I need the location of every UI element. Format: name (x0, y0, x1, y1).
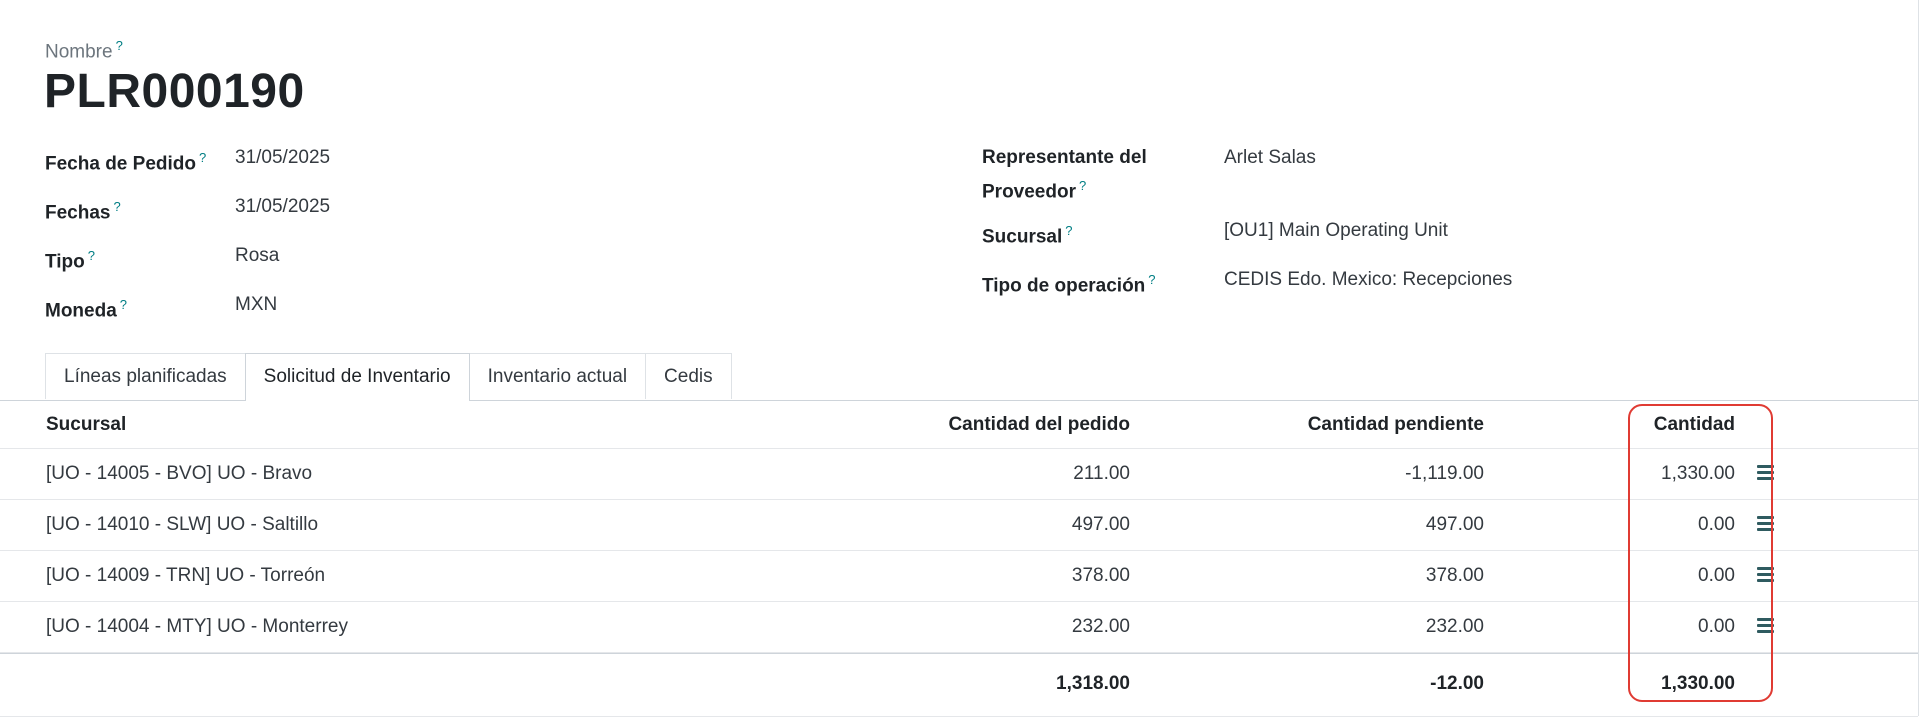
cell-cantidad-pendiente: 232.00 (1425, 616, 1484, 637)
field-value-sucursal[interactable]: [OU1] Main Operating Unit (1224, 217, 1448, 245)
help-icon[interactable]: ? (1079, 178, 1086, 193)
notebook-tabs: Líneas planificadas Solicitud de Inventa… (45, 353, 732, 401)
cell-cantidad-pendiente: 378.00 (1425, 565, 1484, 586)
field-value-tipo[interactable]: Rosa (235, 242, 279, 270)
tab-inventario-actual[interactable]: Inventario actual (468, 353, 647, 399)
field-label-sucursal: Sucursal? (982, 223, 1073, 248)
cell-sucursal: [UO - 14010 - SLW] UO - Saltillo (46, 514, 319, 535)
help-icon[interactable]: ? (1148, 272, 1155, 287)
form-sheet: Nombre? PLR000190 Fecha de Pedido? 31/05… (0, 0, 1919, 717)
help-icon[interactable]: ? (116, 38, 123, 53)
cell-sucursal: [UO - 14004 - MTY] UO - Monterrey (46, 616, 348, 637)
help-icon[interactable]: ? (199, 150, 206, 165)
field-value-tipo-operacion[interactable]: CEDIS Edo. Mexico: Recepciones (1224, 266, 1512, 294)
column-header-cantidad-pedido[interactable]: Cantidad del pedido (948, 401, 1130, 448)
column-header-sucursal[interactable]: Sucursal (46, 401, 126, 448)
tab-solicitud-inventario[interactable]: Solicitud de Inventario (244, 353, 470, 401)
record-title[interactable]: PLR000190 (44, 64, 305, 119)
cell-cantidad-pendiente: 497.00 (1425, 514, 1484, 535)
field-value-representante[interactable]: Arlet Salas (1224, 144, 1316, 172)
column-header-cantidad-pendiente[interactable]: Cantidad pendiente (1308, 401, 1484, 448)
field-label-fecha-pedido: Fecha de Pedido? (45, 150, 207, 175)
cell-cantidad-pedido: 497.00 (1071, 514, 1130, 535)
help-icon[interactable]: ? (120, 297, 127, 312)
cell-cantidad-pedido: 232.00 (1071, 616, 1130, 637)
field-label-moneda: Moneda? (45, 297, 128, 322)
total-cantidad-pendiente: -12.00 (1430, 673, 1484, 694)
cell-cantidad-pedido: 378.00 (1071, 565, 1130, 586)
cell-cantidad-pedido: 211.00 (1073, 463, 1130, 484)
cantidad-column-highlight (1628, 404, 1773, 702)
field-value-fecha-pedido[interactable]: 31/05/2025 (235, 144, 330, 172)
name-label: Nombre? (45, 38, 123, 63)
help-icon[interactable]: ? (113, 199, 120, 214)
total-cantidad-pedido: 1,318.00 (1056, 673, 1130, 694)
field-label-representante: Representante del Proveedor? (982, 147, 1147, 203)
cell-sucursal: [UO - 14005 - BVO] UO - Bravo (46, 463, 313, 484)
field-label-tipo-operacion: Tipo de operación? (982, 272, 1156, 297)
tab-cedis[interactable]: Cedis (645, 353, 732, 399)
help-icon[interactable]: ? (88, 248, 95, 263)
field-value-moneda[interactable]: MXN (235, 291, 277, 319)
cell-sucursal: [UO - 14009 - TRN] UO - Torreón (46, 565, 326, 586)
tab-lineas-planificadas[interactable]: Líneas planificadas (45, 353, 246, 399)
field-value-fechas[interactable]: 31/05/2025 (235, 193, 330, 221)
field-label-tipo: Tipo? (45, 248, 95, 273)
field-label-fechas: Fechas? (45, 199, 121, 224)
help-icon[interactable]: ? (1065, 223, 1072, 238)
cell-cantidad-pendiente: -1,119.00 (1405, 463, 1484, 484)
